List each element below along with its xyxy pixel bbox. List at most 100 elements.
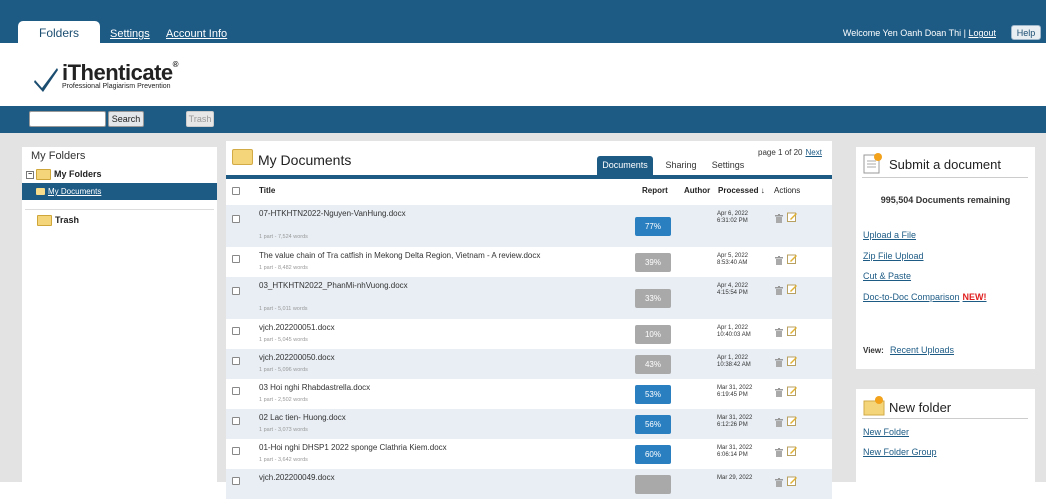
search-button[interactable]: Search	[108, 111, 144, 127]
edit-icon[interactable]	[787, 446, 797, 456]
trash-icon[interactable]	[775, 388, 783, 397]
help-button[interactable]: Help	[1011, 25, 1041, 40]
processed-time: 6:19:45 PM	[717, 392, 748, 398]
new-folder-icon	[863, 396, 885, 416]
trash-icon[interactable]	[775, 256, 783, 265]
sidebar-root-folder[interactable]: − My Folders	[26, 167, 102, 181]
row-checkbox[interactable]	[232, 447, 240, 455]
doc-comparison-link[interactable]: Doc-to-Doc Comparison NEW!	[863, 292, 987, 302]
header-rule	[226, 175, 832, 179]
similarity-report-badge[interactable]: 77%	[635, 217, 671, 236]
select-all-checkbox[interactable]	[232, 187, 240, 195]
tab-documents[interactable]: Documents	[597, 156, 653, 175]
edit-icon[interactable]	[787, 284, 797, 294]
col-actions: Actions	[774, 186, 801, 195]
row-checkbox[interactable]	[232, 215, 240, 223]
upload-file-link[interactable]: Upload a File	[863, 230, 916, 240]
edit-icon[interactable]	[787, 326, 797, 336]
table-row[interactable]: vjch.202200050.docx 1 part - 5,096 words 4…	[226, 349, 832, 379]
edit-icon[interactable]	[787, 476, 797, 486]
document-title-link[interactable]: 03 Hoi nghi Rhabdastrella.docx	[259, 383, 589, 393]
recent-uploads-link[interactable]: Recent Uploads	[890, 345, 954, 355]
similarity-report-badge[interactable]: 10%	[635, 325, 671, 344]
col-author[interactable]: Author	[684, 186, 710, 195]
next-page-link[interactable]: Next	[805, 148, 821, 157]
document-title-link[interactable]: 02 Lac tien- Huong.docx	[259, 413, 589, 423]
col-report[interactable]: Report	[642, 186, 668, 195]
col-title[interactable]: Title	[259, 186, 275, 195]
document-meta: 1 part - 5,096 words	[259, 367, 308, 373]
table-row[interactable]: vjch.202200051.docx 1 part - 5,045 words 1…	[226, 319, 832, 349]
row-checkbox[interactable]	[232, 287, 240, 295]
new-folder-group-link[interactable]: New Folder Group	[863, 447, 937, 457]
document-title-link[interactable]: 01-Hoi nghi DHSP1 2022 sponge Clathria K…	[259, 443, 589, 453]
tab-settings[interactable]: Settings	[710, 156, 746, 175]
cut-paste-link[interactable]: Cut & Paste	[863, 271, 911, 281]
similarity-report-badge[interactable]: 56%	[635, 415, 671, 434]
table-row[interactable]: 01-Hoi nghi DHSP1 2022 sponge Clathria K…	[226, 439, 832, 469]
similarity-report-badge[interactable]: 39%	[635, 253, 671, 272]
table-row[interactable]: vjch.202200049.docx Mar 29, 2022	[226, 469, 832, 499]
tab-sharing[interactable]: Sharing	[664, 156, 698, 175]
table-row[interactable]: 07-HTKHTN2022-Nguyen-VanHung.docx 1 part …	[226, 205, 832, 247]
row-checkbox[interactable]	[232, 477, 240, 485]
trash-icon[interactable]	[775, 328, 783, 337]
logout-link[interactable]: Logout	[968, 28, 996, 38]
new-folder-link[interactable]: New Folder	[863, 427, 909, 437]
document-title-link[interactable]: 07-HTKHTN2022-Nguyen-VanHung.docx	[259, 209, 589, 219]
table-row[interactable]: 02 Lac tien- Huong.docx 1 part - 3,073 wo…	[226, 409, 832, 439]
trash-button[interactable]: Trash	[186, 111, 214, 127]
new-badge: NEW!	[962, 292, 987, 302]
col-processed[interactable]: Processed ↓	[718, 186, 765, 195]
similarity-report-badge[interactable]: 33%	[635, 289, 671, 308]
row-checkbox[interactable]	[232, 357, 240, 365]
document-title-link[interactable]: vjch.202200050.docx	[259, 353, 589, 363]
pagination: page 1 of 20 Next	[758, 148, 822, 157]
edit-icon[interactable]	[787, 254, 797, 264]
row-checkbox[interactable]	[232, 327, 240, 335]
edit-icon[interactable]	[787, 356, 797, 366]
search-input[interactable]	[29, 111, 106, 127]
document-meta: 1 part - 3,073 words	[259, 427, 308, 433]
document-title-link[interactable]: The value chain of Tra catfish in Mekong…	[259, 251, 589, 261]
trash-icon[interactable]	[775, 286, 783, 295]
view-label: View:	[863, 346, 884, 355]
document-meta: 1 part - 3,642 words	[259, 457, 308, 463]
similarity-report-badge[interactable]: 53%	[635, 385, 671, 404]
row-checkbox[interactable]	[232, 417, 240, 425]
similarity-report-badge[interactable]: 60%	[635, 445, 671, 464]
settings-link[interactable]: Settings	[110, 28, 150, 40]
processed-date: Mar 29, 2022	[717, 475, 752, 482]
trash-icon[interactable]	[775, 448, 783, 457]
collapse-icon[interactable]: −	[26, 170, 34, 179]
similarity-report-badge[interactable]	[635, 475, 671, 494]
table-row[interactable]: 03_HTKHTN2022_PhanMi-nhVuong.docx 1 part …	[226, 277, 832, 319]
processed-day: Apr 6, 2022	[717, 211, 749, 217]
account-info-link[interactable]: Account Info	[166, 28, 227, 40]
folder-icon	[232, 149, 253, 165]
document-meta: 1 part - 5,045 words	[259, 337, 308, 343]
document-title-link[interactable]: vjch.202200051.docx	[259, 323, 589, 333]
similarity-report-badge[interactable]: 43%	[635, 355, 671, 374]
document-title-link[interactable]: 03_HTKHTN2022_PhanMi-nhVuong.docx	[259, 281, 589, 291]
trash-icon[interactable]	[775, 478, 783, 487]
check-logo-icon	[34, 68, 58, 92]
row-checkbox[interactable]	[232, 255, 240, 263]
table-row[interactable]: The value chain of Tra catfish in Mekong…	[226, 247, 832, 277]
divider	[862, 418, 1028, 419]
edit-icon[interactable]	[787, 212, 797, 222]
trash-icon[interactable]	[775, 358, 783, 367]
row-checkbox[interactable]	[232, 387, 240, 395]
trash-icon[interactable]	[775, 418, 783, 427]
table-row[interactable]: 03 Hoi nghi Rhabdastrella.docx 1 part - 2…	[226, 379, 832, 409]
trash-icon[interactable]	[775, 214, 783, 223]
zip-upload-link[interactable]: Zip File Upload	[863, 251, 924, 261]
edit-icon[interactable]	[787, 416, 797, 426]
folder-open-icon	[36, 188, 45, 196]
processed-day: Mar 31, 2022	[717, 445, 753, 451]
document-meta: 1 part - 2,502 words	[259, 397, 308, 403]
tab-folders[interactable]: Folders	[18, 21, 100, 43]
sidebar-item-my-documents[interactable]: My Documents	[22, 183, 217, 200]
edit-icon[interactable]	[787, 386, 797, 396]
sidebar-item-trash[interactable]: Trash	[37, 215, 79, 227]
